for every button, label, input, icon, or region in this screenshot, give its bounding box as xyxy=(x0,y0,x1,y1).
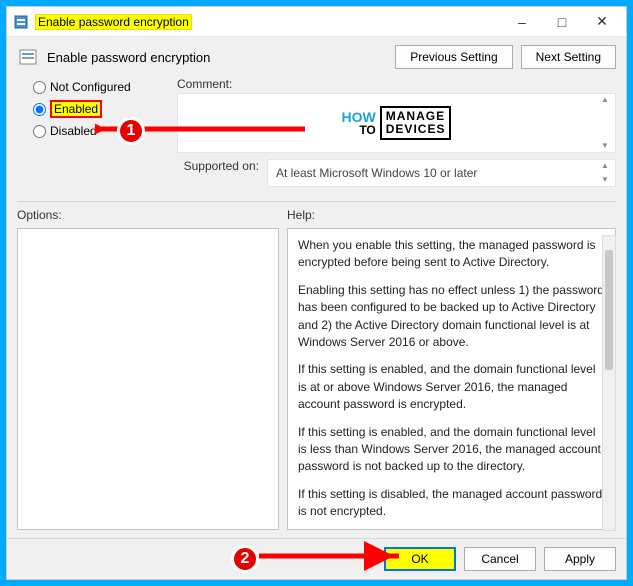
close-button[interactable]: ✕ xyxy=(582,8,622,36)
titlebar: Enable password encryption – □ ✕ xyxy=(7,7,626,37)
radio-enabled-input[interactable] xyxy=(33,103,46,116)
help-paragraph: When you enable this setting, the manage… xyxy=(298,237,605,272)
comment-textbox[interactable]: HOW TO MANAGEDEVICES ▲▼ xyxy=(177,93,616,153)
next-setting-button[interactable]: Next Setting xyxy=(521,45,616,69)
setting-title: Enable password encryption xyxy=(47,50,210,65)
help-paragraph: Enabling this setting has no effect unle… xyxy=(298,282,605,352)
radio-enabled-label: Enabled xyxy=(50,100,102,118)
options-panel xyxy=(17,228,279,530)
previous-setting-button[interactable]: Previous Setting xyxy=(395,45,512,69)
logo-manage-devices: MANAGEDEVICES xyxy=(380,106,452,140)
cancel-button[interactable]: Cancel xyxy=(464,547,536,571)
state-section: Not Configured Enabled Disabled Comment:… xyxy=(7,73,626,199)
header-row: Enable password encryption Previous Sett… xyxy=(7,37,626,73)
supported-textbox: At least Microsoft Windows 10 or later ▲… xyxy=(267,159,616,187)
watermark-logo: HOW TO MANAGEDEVICES xyxy=(342,106,452,140)
scroll-down-icon: ▼ xyxy=(597,142,613,150)
comment-label: Comment: xyxy=(177,77,616,91)
radio-enabled[interactable]: Enabled xyxy=(17,97,177,121)
help-scrollbar[interactable] xyxy=(602,235,616,531)
group-policy-setting-window: Enable password encryption – □ ✕ Enable … xyxy=(6,6,627,580)
divider xyxy=(17,201,616,202)
title-highlight: Enable password encryption xyxy=(35,14,192,30)
help-label: Help: xyxy=(287,208,315,222)
supported-value: At least Microsoft Windows 10 or later xyxy=(276,166,477,180)
help-paragraph: If this setting is enabled, and the doma… xyxy=(298,361,605,413)
radio-not-configured-input[interactable] xyxy=(33,81,46,94)
supported-label: Supported on: xyxy=(177,159,259,173)
policy-icon xyxy=(13,14,29,30)
radio-disabled[interactable]: Disabled xyxy=(17,121,177,141)
radio-disabled-input[interactable] xyxy=(33,125,46,138)
minimize-button[interactable]: – xyxy=(502,8,542,36)
apply-button[interactable]: Apply xyxy=(544,547,616,571)
radio-not-configured[interactable]: Not Configured xyxy=(17,77,177,97)
help-paragraph: If this setting is disabled, the managed… xyxy=(298,486,605,521)
maximize-button[interactable]: □ xyxy=(542,8,582,36)
scrollbar-thumb[interactable] xyxy=(605,250,613,370)
help-panel: When you enable this setting, the manage… xyxy=(287,228,616,530)
radio-not-configured-label: Not Configured xyxy=(50,80,131,94)
window-title: Enable password encryption xyxy=(35,15,502,29)
logo-to: TO xyxy=(359,124,375,136)
ok-button[interactable]: OK xyxy=(384,547,456,571)
scroll-up-icon: ▲ xyxy=(597,162,613,170)
comment-scroll[interactable]: ▲▼ xyxy=(597,96,613,150)
supported-scroll[interactable]: ▲▼ xyxy=(597,162,613,184)
help-paragraph: If this setting is enabled, and the doma… xyxy=(298,424,605,476)
options-label: Options: xyxy=(17,208,287,222)
scroll-down-icon: ▼ xyxy=(597,176,613,184)
scroll-up-icon: ▲ xyxy=(597,96,613,104)
radio-disabled-label: Disabled xyxy=(50,124,97,138)
policy-header-icon xyxy=(17,46,39,68)
logo-how: HOW xyxy=(342,110,376,124)
footer: OK Cancel Apply xyxy=(7,538,626,579)
